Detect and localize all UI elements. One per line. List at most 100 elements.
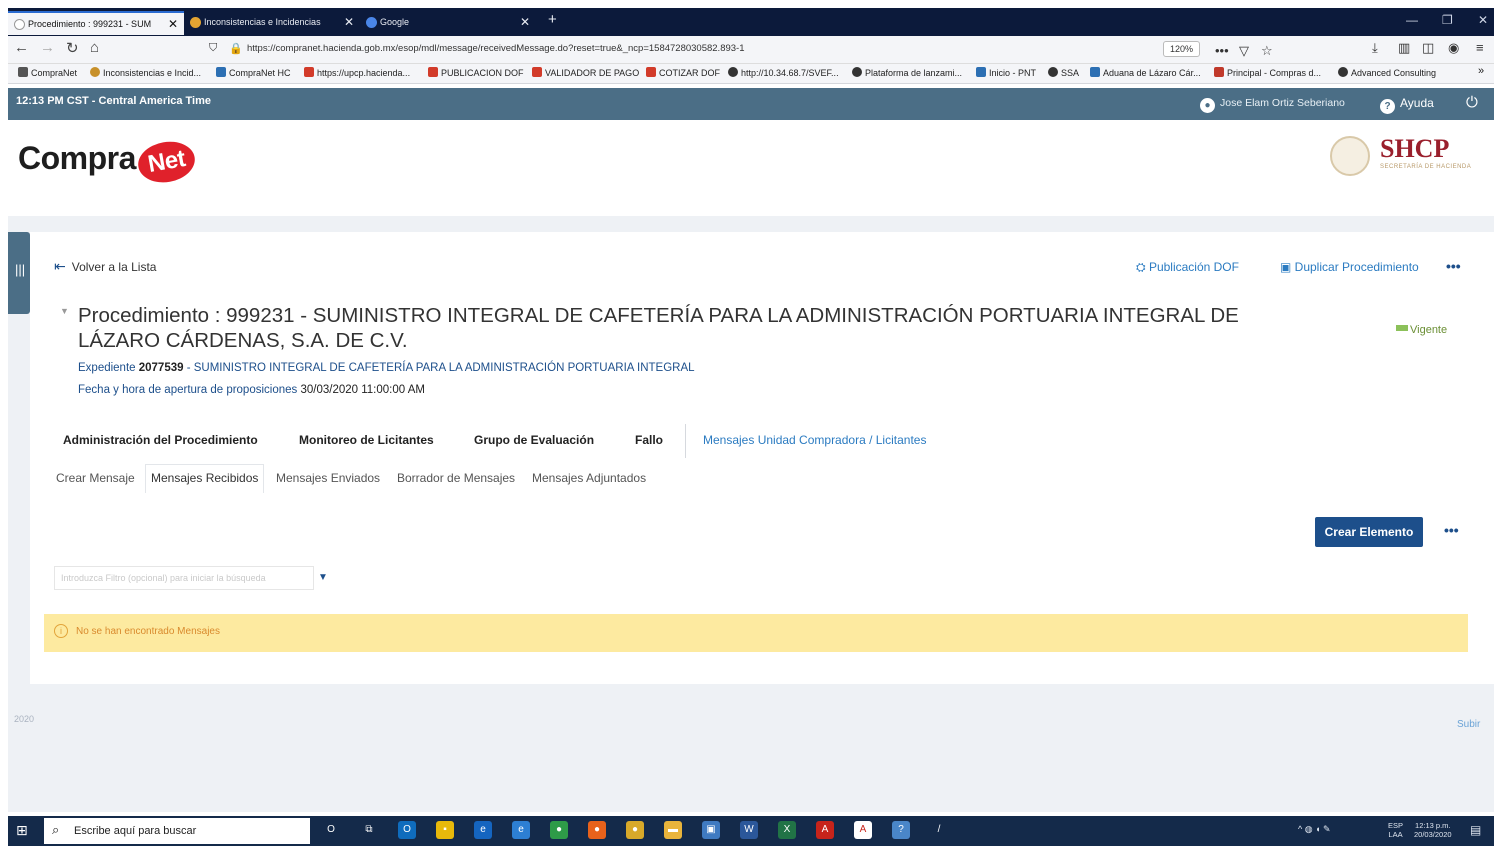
bookmark-item[interactable]: http://10.34.68.7/SVEF...	[728, 67, 839, 78]
url-bar[interactable]: ⛉ 🔒 https://compranet.hacienda.gob.mx/es…	[203, 39, 1273, 61]
bookmark-star-icon[interactable]: ☆	[1261, 43, 1273, 59]
bookmark-item[interactable]: CompraNet	[18, 67, 77, 78]
windows-start-icon[interactable]: ⊞	[16, 822, 28, 839]
subtab-crear-mensaje[interactable]: Crear Mensaje	[56, 471, 135, 485]
bookmark-item[interactable]: SSA	[1048, 67, 1079, 78]
tab-administracion[interactable]: Administración del Procedimiento	[63, 433, 258, 447]
chrome-icon[interactable]: ●	[550, 821, 568, 839]
home-icon[interactable]: ⌂	[90, 39, 99, 56]
tab-label: Google	[380, 17, 410, 27]
close-icon[interactable]: ✕	[344, 11, 354, 33]
forward-arrow-icon[interactable]: →	[40, 39, 55, 56]
bookmark-item[interactable]: PUBLICACION DOF	[428, 67, 524, 78]
windows-taskbar: ⊞ ⌕ Escribe aquí para buscar O ⧉ O ▪ e e ● ● ● ▬ ▣…	[8, 816, 1494, 846]
subtab-mensajes-enviados[interactable]: Mensajes Enviados	[276, 471, 380, 485]
excel-icon[interactable]: X	[778, 821, 796, 839]
help-menu[interactable]: ? Ayuda	[1380, 96, 1434, 114]
explorer-icon[interactable]: ▬	[664, 821, 682, 839]
filter-input[interactable]: Introduzca Filtro (opcional) para inicia…	[54, 566, 314, 590]
publicacion-dof-link[interactable]: ⛭ Publicación DOF	[1136, 260, 1239, 275]
bookmark-item[interactable]: Inconsistencias e Incid...	[90, 67, 201, 78]
tab-label: Inconsistencias e Incidencias	[204, 17, 321, 27]
fecha-value: 30/03/2020 11:00:00 AM	[300, 384, 425, 396]
expediente-number: 2077539	[138, 362, 184, 374]
task-view-icon[interactable]: ⧉	[360, 821, 378, 839]
restore-icon[interactable]: ❐	[1442, 13, 1453, 27]
sidebar-icon[interactable]: ◫	[1422, 40, 1434, 56]
browser-tab-procedimiento[interactable]: Procedimiento : 999231 - SUM ✕	[8, 11, 184, 35]
favicon-icon	[14, 19, 25, 30]
ie-icon[interactable]: e	[512, 821, 530, 839]
edge-icon[interactable]: e	[474, 821, 492, 839]
bookmarks-overflow-icon[interactable]: »	[1478, 65, 1484, 77]
taskbar-clock[interactable]: 12:13 p.m. 20/03/2020	[1414, 821, 1452, 839]
bookmark-item[interactable]: COTIZAR DOF	[646, 67, 720, 78]
word-icon[interactable]: W	[740, 821, 758, 839]
downloads-icon[interactable]: ⤓	[1372, 40, 1378, 56]
pen-icon[interactable]: /	[930, 821, 948, 839]
sticky-icon[interactable]: ▪	[436, 821, 454, 839]
bookmark-item[interactable]: Principal - Compras d...	[1214, 67, 1321, 78]
pocket-icon[interactable]: ▽	[1239, 43, 1249, 59]
pdf-icon[interactable]: A	[854, 821, 872, 839]
chat-icon[interactable]: ●	[626, 821, 644, 839]
user-menu[interactable]: ● Jose Elam Ortiz Seberiano	[1200, 97, 1345, 113]
reload-icon[interactable]: ↻	[66, 39, 79, 57]
system-tray[interactable]: ^ ◍ ◖ ✎	[1298, 824, 1331, 835]
bookmark-icon	[216, 67, 226, 77]
browser-tab-inconsistencias[interactable]: Inconsistencias e Incidencias ✕	[184, 11, 360, 35]
publish-icon: ⛭	[1136, 260, 1149, 274]
close-icon[interactable]: ✕	[520, 11, 530, 33]
expediente-line: Expediente 2077539 - SUMINISTRO INTEGRAL…	[78, 362, 695, 374]
zoom-level[interactable]: 120%	[1163, 41, 1201, 57]
menu-icon[interactable]: ≡	[1476, 40, 1484, 55]
more-options-button[interactable]: •••	[1444, 522, 1459, 538]
bookmark-item[interactable]: Plataforma de lanzami...	[852, 67, 962, 78]
bookmark-item[interactable]: CompraNet HC	[216, 67, 291, 78]
duplicar-procedimiento-link[interactable]: ▣ Duplicar Procedimiento	[1280, 260, 1419, 274]
sidebar-toggle[interactable]: |||	[8, 232, 30, 314]
app-icon[interactable]: ▣	[702, 821, 720, 839]
bookmark-item[interactable]: Inicio - PNT	[976, 67, 1036, 78]
bookmark-icon	[304, 67, 314, 77]
back-to-list-link[interactable]: ⇤ Volver a la Lista	[54, 258, 156, 275]
tab-mensajes[interactable]: Mensajes Unidad Compradora / Licitantes	[703, 433, 926, 447]
tab-label: Procedimiento : 999231 - SUM	[28, 19, 152, 29]
more-actions-button[interactable]: •••	[1446, 258, 1461, 274]
logout-icon[interactable]: ⏻	[1466, 94, 1478, 111]
subtab-mensajes-recibidos[interactable]: Mensajes Recibidos	[145, 464, 265, 493]
new-tab-button[interactable]: +	[548, 11, 557, 28]
notifications-icon[interactable]: ▤	[1470, 823, 1481, 837]
page-actions-icon[interactable]: •••	[1215, 43, 1229, 58]
library-icon[interactable]: ▥	[1398, 40, 1410, 56]
close-icon[interactable]: ✕	[168, 13, 178, 35]
tab-grupo-evaluacion[interactable]: Grupo de Evaluación	[474, 433, 594, 447]
bookmark-label: http://10.34.68.7/SVEF...	[741, 68, 839, 78]
bookmark-item[interactable]: Advanced Consulting	[1338, 67, 1436, 78]
tab-monitoreo[interactable]: Monitoreo de Licitantes	[299, 433, 434, 447]
collapse-caret-icon[interactable]: ▼	[60, 306, 69, 316]
scroll-top-link[interactable]: Subir	[1457, 719, 1480, 730]
bookmark-icon	[976, 67, 986, 77]
back-arrow-icon[interactable]: ←	[14, 39, 29, 56]
outlook-icon[interactable]: O	[398, 821, 416, 839]
cortana-icon[interactable]: O	[322, 821, 340, 839]
firefox-icon[interactable]: ●	[588, 821, 606, 839]
account-icon[interactable]: ◉	[1448, 40, 1459, 56]
browser-tab-google[interactable]: Google ✕	[360, 11, 536, 35]
subtab-borrador[interactable]: Borrador de Mensajes	[397, 471, 515, 485]
chevron-down-icon[interactable]: ▼	[318, 572, 328, 583]
bookmark-item[interactable]: https://upcp.hacienda...	[304, 67, 410, 78]
minimize-icon[interactable]: —	[1406, 13, 1418, 27]
bookmark-item[interactable]: Aduana de Lázaro Cár...	[1090, 67, 1201, 78]
close-window-icon[interactable]: ✕	[1478, 13, 1488, 27]
crear-elemento-button[interactable]: Crear Elemento	[1315, 517, 1423, 547]
subtab-adjuntados[interactable]: Mensajes Adjuntados	[532, 471, 646, 485]
tab-fallo[interactable]: Fallo	[635, 433, 663, 447]
acrobat-icon[interactable]: A	[816, 821, 834, 839]
bookmark-label: Inicio - PNT	[989, 68, 1037, 78]
taskbar-search[interactable]: ⌕ Escribe aquí para buscar	[44, 818, 310, 844]
language-indicator[interactable]: ESP LAA	[1388, 821, 1403, 839]
help-app-icon[interactable]: ?	[892, 821, 910, 839]
bookmark-item[interactable]: VALIDADOR DE PAGO	[532, 67, 639, 78]
